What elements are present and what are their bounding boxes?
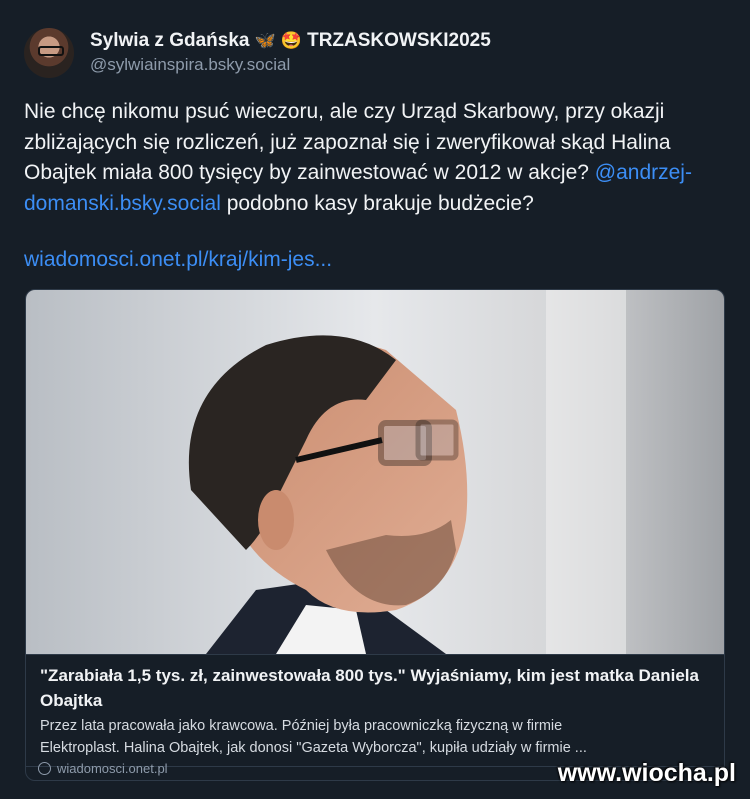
post-text-start: Nie chcę nikomu psuć wieczoru, ale czy U… [24,100,671,184]
name-badge: TRZASKOWSKI2025 [307,30,491,51]
image-divider [26,654,724,655]
card-domain[interactable]: wiadomosci.onet.pl [38,761,168,776]
author-names: Sylwia z Gdańska 🦋 🤩 TRZASKOWSKI2025 @sy… [90,29,491,77]
avatar[interactable] [24,28,74,78]
post: Sylwia z Gdańska 🦋 🤩 TRZASKOWSKI2025 @sy… [0,0,750,799]
post-text-end: podobno kasy brakuje budżecie? [220,191,534,215]
author-display-name[interactable]: Sylwia z Gdańska 🦋 🤩 TRZASKOWSKI2025 [90,29,491,53]
link-preview-card[interactable]: "Zarabiała 1,5 tys. zł, zainwestowała 80… [25,289,725,781]
card-description: Przez lata pracowała jako krawcowa. Późn… [40,716,710,759]
card-description-line2: Elektroplast. Halina Obajtek, jak donosi… [40,739,587,756]
card-description-line1: Przez lata pracowała jako krawcowa. Późn… [40,718,563,734]
name-emojis: 🦋 🤩 [254,31,302,50]
author-handle[interactable]: @sylwiainspira.bsky.social [90,53,491,77]
globe-icon [38,762,51,775]
post-link[interactable]: wiadomosci.onet.pl/kraj/kim-jes... [24,245,332,275]
card-image[interactable] [26,290,724,654]
card-title[interactable]: "Zarabiała 1,5 tys. zł, zainwestowała 80… [40,663,710,713]
post-header: Sylwia z Gdańska 🦋 🤩 TRZASKOWSKI2025 @sy… [24,28,491,78]
post-text: Nie chcę nikomu psuć wieczoru, ale czy U… [24,97,724,219]
card-domain-text: wiadomosci.onet.pl [57,761,168,776]
watermark: www.wiocha.pl [557,759,736,787]
display-name-text: Sylwia z Gdańska [90,30,250,51]
